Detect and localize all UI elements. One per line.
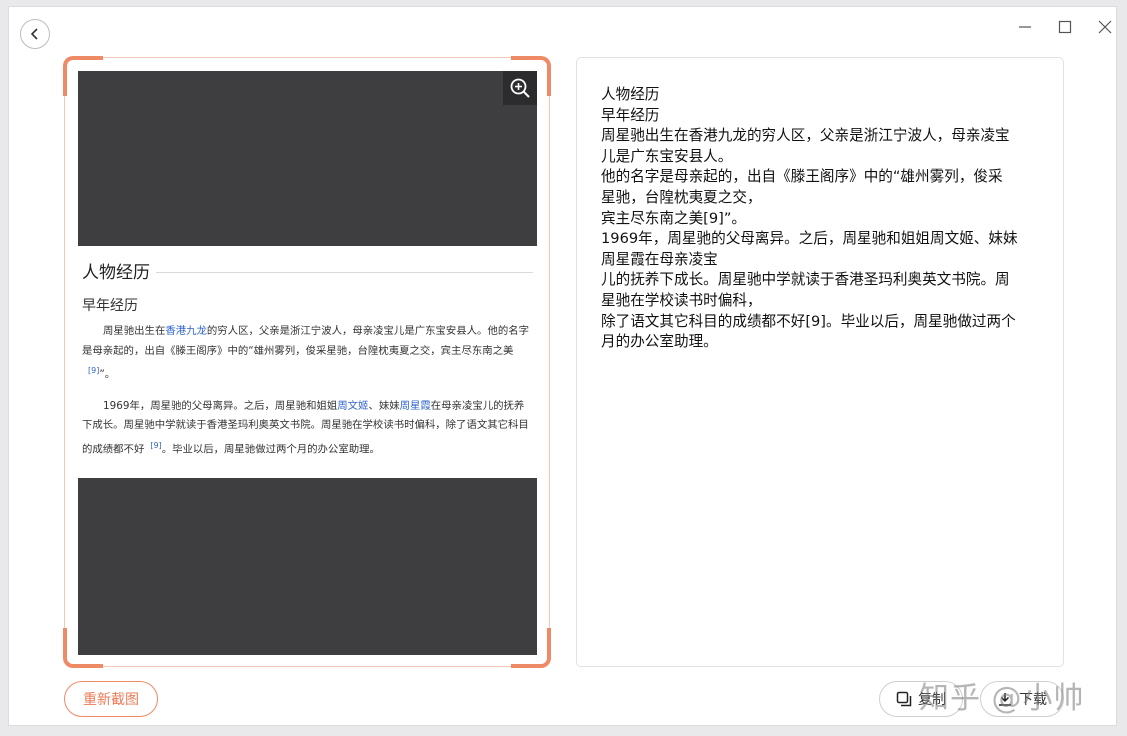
download-button[interactable]: 下载 xyxy=(980,681,1064,717)
close-button[interactable] xyxy=(1093,15,1117,39)
copy-icon xyxy=(896,691,912,707)
citation-ref[interactable]: [9] xyxy=(88,366,99,375)
link-zhou-wenji[interactable]: 周文姬 xyxy=(337,400,368,412)
capture-preview-frame: 人物经历 早年经历 周星驰出生在香港九龙的穷人区，父亲是浙江宁波人，母亲凌宝儿是… xyxy=(63,56,551,668)
recognized-text-panel[interactable]: 人物经历 早年经历 周星驰出生在香港九龙的穷人区，父亲是浙江宁波人，母亲凌宝 儿… xyxy=(576,57,1064,667)
section-heading: 人物经历 xyxy=(82,263,150,283)
ocr-line: 宾主尽东南之美[9]”。 xyxy=(601,209,746,227)
ocr-window: 人物经历 早年经历 周星驰出生在香港九龙的穷人区，父亲是浙江宁波人，母亲凌宝儿是… xyxy=(8,6,1117,726)
copy-button[interactable]: 复制 xyxy=(879,681,963,717)
download-label: 下载 xyxy=(1019,692,1047,708)
p1-text-a: 周星驰出生在 xyxy=(103,325,166,337)
ocr-line: 他的名字是母亲起的，出自《滕王阁序》中的“雄州雾列，俊采 xyxy=(601,168,1003,186)
ocr-line: 除了语文其它科目的成绩都不好[9]。毕业以后，周星驰做过两个 xyxy=(601,312,1016,330)
ocr-line: 1969年，周星驰的父母离异。之后，周星驰和姐姐周文姬、妹妹 xyxy=(601,230,1018,248)
back-button[interactable] xyxy=(20,19,50,49)
ocr-line: 人物经历 xyxy=(601,86,660,103)
minimize-icon xyxy=(1019,26,1031,28)
copy-label: 复制 xyxy=(918,692,946,708)
zoom-button[interactable] xyxy=(503,71,537,105)
recapture-button[interactable]: 重新截图 xyxy=(64,681,158,717)
paragraph-1: 周星驰出生在香港九龙的穷人区，父亲是浙江宁波人，母亲凌宝儿是广东宝安县人。他的名… xyxy=(82,322,533,385)
captured-page-content: 人物经历 早年经历 周星驰出生在香港九龙的穷人区，父亲是浙江宁波人，母亲凌宝儿是… xyxy=(78,246,537,478)
subsection-heading: 早年经历 xyxy=(82,298,138,314)
maximize-icon xyxy=(1058,20,1072,34)
ocr-line: 早年经历 xyxy=(601,106,660,124)
close-icon xyxy=(1098,20,1112,34)
zoom-in-icon xyxy=(510,78,530,98)
p1-text-end: ”。 xyxy=(99,368,116,381)
ocr-line: 月的办公室助理。 xyxy=(601,333,718,351)
link-zhou-xingxia[interactable]: 周星霞 xyxy=(400,400,431,412)
p2-text-end: 。毕业以后，周星驰做过两个月的办公室助理。 xyxy=(161,443,380,456)
ocr-line: 周星驰出生在香港九龙的穷人区，父亲是浙江宁波人，母亲凌宝 xyxy=(601,127,1010,145)
ocr-line: 星驰，台隍枕夷夏之交， xyxy=(601,188,762,206)
section-heading-row: 人物经历 xyxy=(82,258,533,283)
download-icon xyxy=(999,693,1011,706)
ocr-line: 星驰在学校读书时偏科， xyxy=(601,291,762,309)
ocr-line: 周星霞在母亲凌宝 xyxy=(601,250,718,268)
back-arrow-icon xyxy=(30,28,38,40)
p2-text-a: 1969年，周星驰的父母离异。之后，周星驰和姐姐 xyxy=(103,399,338,412)
maximize-button[interactable] xyxy=(1053,15,1077,39)
paragraph-2: 1969年，周星驰的父母离异。之后，周星驰和姐姐周文姬、妹妹周星霞在母亲凌宝儿的… xyxy=(82,397,533,460)
ocr-line: 儿的抚养下成长。周星驰中学就读于香港圣玛利奥英文书院。周 xyxy=(601,271,1010,289)
screenshot-preview: 人物经历 早年经历 周星驰出生在香港九龙的穷人区，父亲是浙江宁波人，母亲凌宝儿是… xyxy=(78,71,537,655)
citation-ref[interactable]: [9] xyxy=(150,441,161,450)
link-hongkong-kowloon[interactable]: 香港九龙 xyxy=(165,325,207,337)
heading-divider xyxy=(156,272,533,273)
minimize-button[interactable] xyxy=(1013,15,1037,39)
p2-text-b: 、妹妹 xyxy=(368,399,400,412)
ocr-line: 儿是广东宝安县人。 xyxy=(601,147,733,165)
